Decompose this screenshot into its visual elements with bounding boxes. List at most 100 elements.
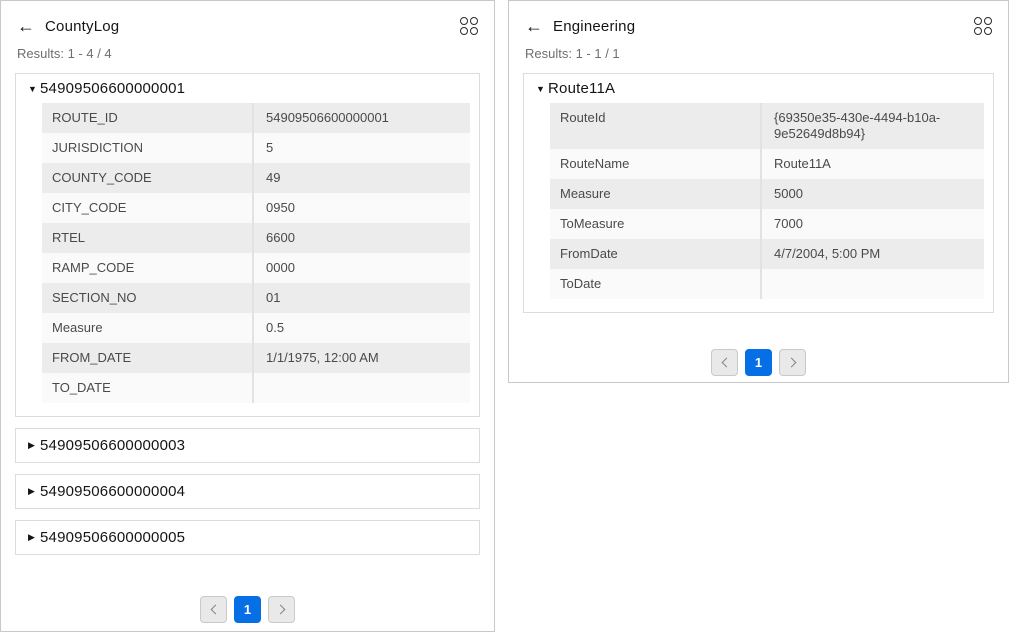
attribute-table: RouteId {69350e35-430e-4494-b10a-9e52649… [550, 103, 984, 299]
attribute-row: RAMP_CODE 0000 [42, 253, 470, 283]
back-arrow-icon[interactable]: ← [17, 17, 35, 35]
attribute-value [760, 269, 984, 299]
panel-title: CountyLog [45, 18, 119, 35]
attribute-label: SECTION_NO [42, 283, 252, 313]
attribute-value: 54909506600000001 [252, 103, 470, 133]
attribute-label: ToMeasure [550, 209, 760, 239]
results-count: Results: 1 - 4 / 4 [17, 46, 478, 61]
results-count: Results: 1 - 1 / 1 [525, 46, 992, 61]
attribute-label: RouteName [550, 149, 760, 179]
attribute-row: FromDate 4/7/2004, 5:00 PM [550, 239, 984, 269]
feature-item-title: 54909506600000004 [40, 483, 185, 500]
attribute-label: FROM_DATE [42, 343, 252, 373]
grid-dot [460, 17, 468, 25]
attribute-table: ROUTE_ID 54909506600000001 JURISDICTION … [42, 103, 470, 403]
attribute-value: 49 [252, 163, 470, 193]
attribute-label: RouteId [550, 103, 760, 149]
chevron-right-icon [275, 605, 285, 615]
attribute-value: 0000 [252, 253, 470, 283]
grid-dot [984, 17, 992, 25]
attribute-label: COUNTY_CODE [42, 163, 252, 193]
feature-card-expanded: ▼ 54909506600000001 ROUTE_ID 54909506600… [15, 73, 480, 417]
attribute-label: Measure [42, 313, 252, 343]
attribute-row: ROUTE_ID 54909506600000001 [42, 103, 470, 133]
attribute-value: 5000 [760, 179, 984, 209]
attribute-value: {69350e35-430e-4494-b10a-9e52649d8b94} [760, 103, 984, 149]
attribute-row: ToDate [550, 269, 984, 299]
attribute-label: RAMP_CODE [42, 253, 252, 283]
feature-card-collapsed[interactable]: ▶ 54909506600000003 [15, 428, 480, 463]
grid-dot [470, 17, 478, 25]
attribute-value: Route11A [760, 149, 984, 179]
pagination: 1 [1, 596, 494, 623]
attribute-row: SECTION_NO 01 [42, 283, 470, 313]
attribute-row: TO_DATE [42, 373, 470, 403]
next-page-button[interactable] [268, 596, 295, 623]
attribute-value: 0.5 [252, 313, 470, 343]
grid-dot [974, 17, 982, 25]
attribute-label: RTEL [42, 223, 252, 253]
collapsed-feature-list: ▶ 54909506600000003 ▶ 54909506600000004 … [15, 428, 480, 555]
attribute-row: ToMeasure 7000 [550, 209, 984, 239]
attribute-label: Measure [550, 179, 760, 209]
page-number-button[interactable]: 1 [234, 596, 261, 623]
feature-card-collapsed[interactable]: ▶ 54909506600000004 [15, 474, 480, 509]
attribute-label: JURISDICTION [42, 133, 252, 163]
feature-card-expanded: ▼ Route11A RouteId {69350e35-430e-4494-b… [523, 73, 994, 313]
attribute-value: 6600 [252, 223, 470, 253]
attribute-value: 1/1/1975, 12:00 AM [252, 343, 470, 373]
grid-dot [984, 27, 992, 35]
next-page-button[interactable] [779, 349, 806, 376]
caret-right-icon: ▶ [28, 486, 40, 497]
grid-dot [460, 27, 468, 35]
attribute-value: 5 [252, 133, 470, 163]
feature-info-panel-engineering: ← Engineering Results: 1 - 1 / 1 ▼ Route… [508, 0, 1009, 383]
caret-right-icon: ▶ [28, 532, 40, 543]
feature-card-header[interactable]: ▼ Route11A [524, 74, 993, 103]
feature-item-title: 54909506600000005 [40, 529, 185, 546]
attribute-label: FromDate [550, 239, 760, 269]
attribute-value: 01 [252, 283, 470, 313]
attribute-row: RouteId {69350e35-430e-4494-b10a-9e52649… [550, 103, 984, 149]
attribute-row: Measure 0.5 [42, 313, 470, 343]
feature-item-title: Route11A [548, 80, 615, 97]
pagination: 1 [509, 349, 1008, 376]
grid-dots-icon[interactable] [460, 17, 478, 35]
back-arrow-icon[interactable]: ← [525, 17, 543, 35]
attribute-value [252, 373, 470, 403]
grid-dot [470, 27, 478, 35]
attribute-value: 4/7/2004, 5:00 PM [760, 239, 984, 269]
attribute-label: TO_DATE [42, 373, 252, 403]
attribute-row: RTEL 6600 [42, 223, 470, 253]
chevron-left-icon [210, 605, 220, 615]
attribute-label: CITY_CODE [42, 193, 252, 223]
caret-down-icon: ▼ [536, 84, 548, 94]
feature-item-title: 54909506600000001 [40, 80, 185, 97]
attribute-row: COUNTY_CODE 49 [42, 163, 470, 193]
attribute-label: ROUTE_ID [42, 103, 252, 133]
previous-page-button[interactable] [711, 349, 738, 376]
caret-right-icon: ▶ [28, 440, 40, 451]
panel-header: ← Engineering Results: 1 - 1 / 1 [509, 1, 1008, 61]
attribute-label: ToDate [550, 269, 760, 299]
panel-title: Engineering [553, 18, 635, 35]
feature-info-panel-countylog: ← CountyLog Results: 1 - 4 / 4 ▼ 5490950… [0, 0, 495, 632]
page-number-button[interactable]: 1 [745, 349, 772, 376]
caret-down-icon: ▼ [28, 84, 40, 94]
attribute-row: CITY_CODE 0950 [42, 193, 470, 223]
attribute-row: FROM_DATE 1/1/1975, 12:00 AM [42, 343, 470, 373]
attribute-value: 7000 [760, 209, 984, 239]
previous-page-button[interactable] [200, 596, 227, 623]
attribute-value: 0950 [252, 193, 470, 223]
feature-item-title: 54909506600000003 [40, 437, 185, 454]
feature-card-collapsed[interactable]: ▶ 54909506600000005 [15, 520, 480, 555]
grid-dot [974, 27, 982, 35]
feature-card-header[interactable]: ▼ 54909506600000001 [16, 74, 479, 103]
chevron-right-icon [786, 358, 796, 368]
chevron-left-icon [721, 358, 731, 368]
attribute-row: RouteName Route11A [550, 149, 984, 179]
grid-dots-icon[interactable] [974, 17, 992, 35]
attribute-row: Measure 5000 [550, 179, 984, 209]
attribute-row: JURISDICTION 5 [42, 133, 470, 163]
panel-header: ← CountyLog Results: 1 - 4 / 4 [1, 1, 494, 61]
